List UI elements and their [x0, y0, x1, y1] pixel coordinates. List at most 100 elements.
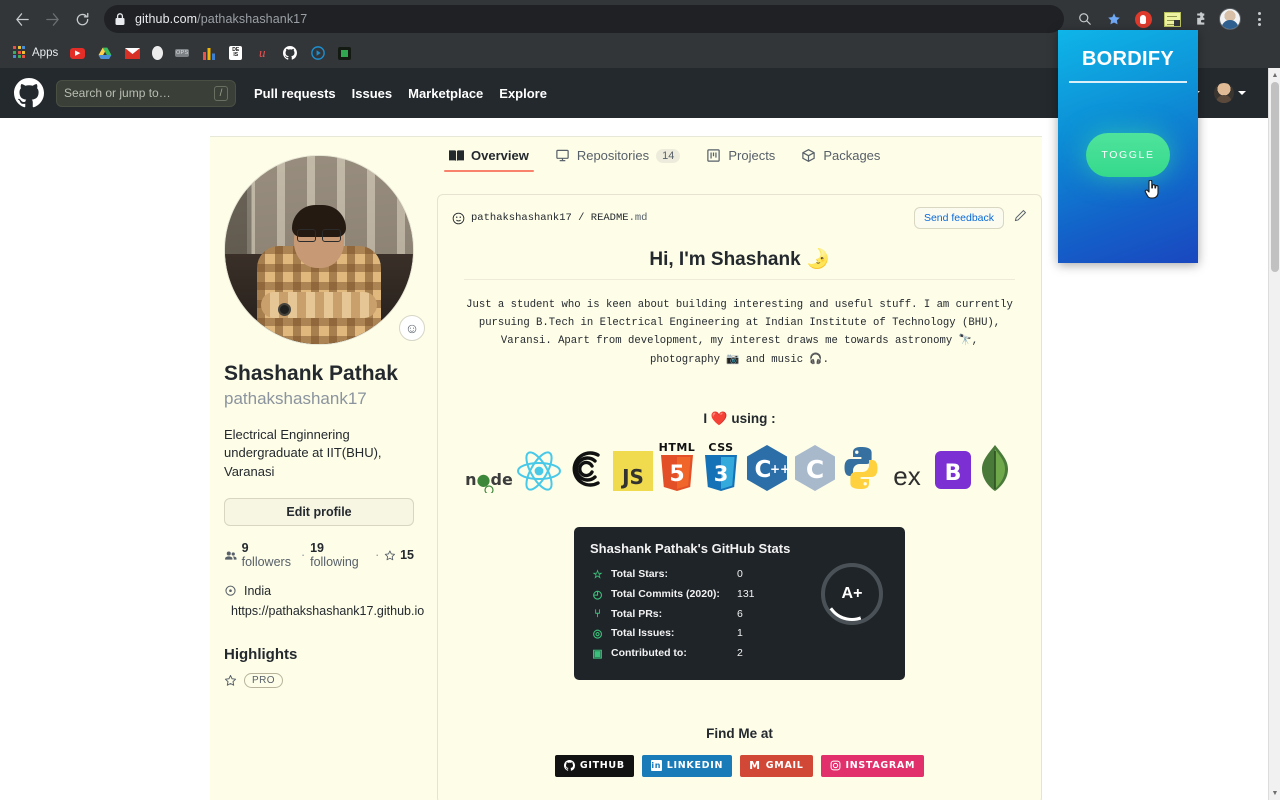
- pull-request-icon: ⑂: [594, 607, 601, 620]
- github-mark-icon[interactable]: [14, 78, 44, 108]
- stat-value: 0: [737, 568, 743, 581]
- page-scrollbar[interactable]: ▲ ▼: [1268, 68, 1280, 800]
- puzzle-extensions-icon[interactable]: [1188, 6, 1214, 32]
- bookmark-github[interactable]: [277, 42, 303, 64]
- badge-gmail[interactable]: M GMAIL: [740, 754, 813, 777]
- project-board-icon: [707, 149, 721, 162]
- address-bar-url: github.com/pathakshashank17: [135, 12, 307, 26]
- browser-profile-avatar[interactable]: [1217, 6, 1243, 32]
- stat-row-contributed: ▣ Contributed to: 2: [590, 647, 889, 660]
- repo-icon: ▣: [592, 647, 603, 660]
- readme-owner: pathakshashank17: [471, 212, 572, 224]
- stat-label: Total Commits (2020):: [611, 588, 720, 601]
- python-icon: [839, 437, 883, 493]
- svg-text:C: C: [805, 455, 823, 484]
- nodejs-icon: n●de: [465, 437, 513, 493]
- readme-owner-icon: [452, 212, 465, 224]
- profile-website-link[interactable]: https://pathakshashank17.github.io: [231, 604, 424, 618]
- nav-explore[interactable]: Explore: [499, 86, 547, 101]
- bookmark-gmail[interactable]: [120, 42, 145, 64]
- nav-issues[interactable]: Issues: [352, 86, 392, 101]
- url-path: /pathakshashank17: [197, 12, 308, 26]
- forward-button[interactable]: [38, 5, 66, 33]
- bootstrap-icon: B: [931, 437, 975, 493]
- svg-text:++: ++: [769, 462, 789, 476]
- github-nav: Pull requests Issues Marketplace Explore: [254, 86, 547, 101]
- adblock-extension-icon[interactable]: [1130, 6, 1156, 32]
- social-badges: GITHUB in LINKEDIN M GMAIL INSTAGRAM: [464, 754, 1015, 777]
- nav-pull-requests[interactable]: Pull requests: [254, 86, 336, 101]
- scroll-up-arrow[interactable]: ▲: [1269, 68, 1280, 82]
- bordify-panel: BORDIFY TOGGLE: [1058, 30, 1198, 263]
- three-dot-menu-icon[interactable]: [1246, 6, 1272, 32]
- tab-projects[interactable]: Projects: [693, 148, 788, 172]
- tab-packages[interactable]: Packages: [788, 148, 893, 172]
- profile-avatar-photo[interactable]: [224, 155, 414, 345]
- bookmark-oeis[interactable]: DE IS: [224, 42, 247, 64]
- search-shortcut-badge: /: [214, 85, 228, 101]
- stat-label: Total Issues:: [611, 627, 675, 640]
- edit-profile-button[interactable]: Edit profile: [224, 498, 414, 527]
- bordify-divider: [1069, 81, 1187, 83]
- search-input[interactable]: Search or jump to… /: [56, 79, 236, 107]
- back-button[interactable]: [8, 5, 36, 33]
- readme-header: pathakshashank17 / README.md Send feedba…: [438, 195, 1041, 237]
- svg-text:C: C: [754, 457, 771, 483]
- stat-label: Total PRs:: [611, 607, 663, 620]
- instagram-icon: [830, 760, 840, 771]
- badge-label: GMAIL: [765, 760, 804, 772]
- bookmark-youtube[interactable]: ▶: [65, 42, 90, 64]
- nav-marketplace[interactable]: Marketplace: [408, 86, 483, 101]
- profile-website[interactable]: https://pathakshashank17.github.io: [224, 604, 424, 618]
- chevron-down-icon: [1238, 91, 1246, 95]
- address-bar[interactable]: github.com/pathakshashank17: [104, 5, 1064, 33]
- svg-text:ex: ex: [893, 461, 920, 491]
- reload-button[interactable]: [68, 5, 96, 33]
- followers-label: followers: [241, 555, 291, 570]
- html5-icon: HTML 5: [655, 437, 699, 493]
- stat-value: 131: [737, 588, 755, 601]
- scroll-down-arrow[interactable]: ▼: [1269, 786, 1280, 800]
- gmail-icon: [125, 47, 141, 59]
- badge-linkedin[interactable]: in LINKEDIN: [641, 754, 733, 777]
- user-menu[interactable]: [1214, 83, 1246, 103]
- bookmark-star-icon[interactable]: [1101, 6, 1127, 32]
- udemy-u-icon: u: [258, 45, 266, 60]
- readme-body: Hi, I'm Shashank 🌛 Just a student who is…: [438, 237, 1041, 800]
- pencil-edit-icon[interactable]: [1014, 209, 1027, 227]
- svg-text:HTML: HTML: [658, 441, 695, 454]
- search-placeholder: Search or jump to…: [64, 86, 171, 100]
- readme-file-ext: .md: [628, 212, 648, 224]
- bookmark-charts[interactable]: [196, 42, 222, 64]
- tab-overview[interactable]: Overview: [436, 148, 542, 172]
- bookmark-ops[interactable]: OPS: [170, 42, 194, 64]
- bookmark-square-app[interactable]: [333, 42, 356, 64]
- toolbar-icons: [1072, 6, 1272, 32]
- pointer-hand-cursor: [1144, 180, 1159, 199]
- lock-icon: [115, 13, 125, 25]
- tab-label: Projects: [728, 148, 776, 163]
- express-icon: ex: [883, 437, 931, 493]
- svg-text:B: B: [944, 461, 961, 486]
- location-pin-icon: [225, 585, 236, 596]
- badge-instagram[interactable]: INSTAGRAM: [820, 754, 925, 777]
- google-drive-icon: [97, 45, 113, 61]
- bordify-toggle-button[interactable]: TOGGLE: [1086, 132, 1170, 177]
- tab-repositories[interactable]: Repositories 14: [542, 148, 694, 172]
- people-icon: [225, 550, 237, 560]
- send-feedback-button[interactable]: Send feedback: [913, 207, 1004, 229]
- bookmark-drive[interactable]: [92, 42, 118, 64]
- notes-extension-icon[interactable]: [1159, 6, 1185, 32]
- emoji-status-icon[interactable]: ☺: [399, 315, 425, 341]
- bookmark-oval[interactable]: [147, 42, 168, 64]
- bookmark-udemy[interactable]: u: [249, 42, 275, 64]
- scrollbar-thumb[interactable]: [1271, 82, 1279, 272]
- star-icon: ☆: [592, 568, 603, 581]
- badge-github[interactable]: GITHUB: [554, 754, 634, 777]
- bookmark-apps[interactable]: Apps: [8, 42, 63, 64]
- find-me-heading: Find Me at: [706, 725, 773, 741]
- search-zoom-icon[interactable]: [1072, 6, 1098, 32]
- reload-icon: [76, 12, 88, 25]
- bookmark-player[interactable]: [305, 42, 331, 64]
- mongodb-icon: [975, 437, 1015, 493]
